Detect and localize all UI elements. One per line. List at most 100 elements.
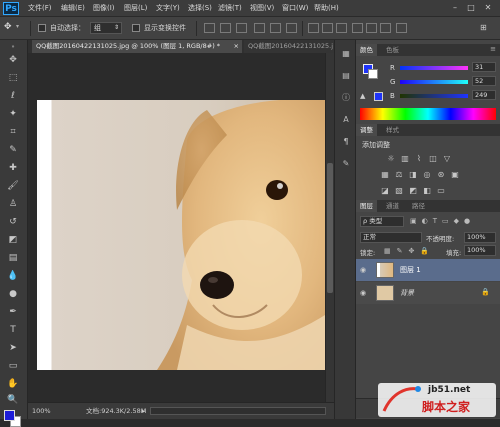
marquee-tool-icon[interactable]: ⬚ xyxy=(6,71,20,85)
eye-icon[interactable]: ◉ xyxy=(360,265,370,275)
tab-styles[interactable]: 样式 xyxy=(382,124,403,136)
photo-filter-icon[interactable]: ◎ xyxy=(422,170,432,180)
layer-name[interactable]: 图层 1 xyxy=(400,266,421,274)
vibrance-icon[interactable]: ▽ xyxy=(442,154,452,164)
threshold-icon[interactable]: ◩ xyxy=(408,186,418,196)
distribute-left-icon[interactable] xyxy=(352,23,363,33)
g-slider[interactable] xyxy=(400,80,468,84)
brightness-icon[interactable]: ☼ xyxy=(386,154,396,164)
black-white-icon[interactable]: ◨ xyxy=(408,170,418,180)
paragraph-icon[interactable]: ¶ xyxy=(340,136,352,148)
gradient-tool-icon[interactable]: ▤ xyxy=(6,251,20,265)
b-value[interactable]: 249 xyxy=(472,90,496,100)
maximize-button[interactable]: □ xyxy=(464,2,478,14)
show-transform-checkbox[interactable] xyxy=(132,24,140,32)
scrollbar-thumb[interactable] xyxy=(327,163,333,293)
move-tool-icon[interactable]: ✥ xyxy=(6,53,20,67)
crop-tool-icon[interactable]: ⌗ xyxy=(6,125,20,139)
layer-row[interactable]: ◉ 背景 🔒 xyxy=(356,282,500,304)
gradient-map-icon[interactable]: ▭ xyxy=(436,186,446,196)
menu-window[interactable]: 窗口(W) xyxy=(282,2,308,15)
tab-color[interactable]: 颜色 xyxy=(356,44,377,56)
align-right-icon[interactable] xyxy=(286,23,297,33)
auto-align-icon[interactable] xyxy=(396,23,407,33)
panel-menu-icon[interactable]: ≡ xyxy=(490,45,496,53)
menu-type[interactable]: 文字(Y) xyxy=(156,2,180,15)
distribute-vcenter-icon[interactable] xyxy=(322,23,333,33)
menu-view[interactable]: 视图(V) xyxy=(250,2,274,15)
status-menu-arrow[interactable]: ▸ xyxy=(142,407,145,415)
pen-tool-icon[interactable]: ✒ xyxy=(6,305,20,319)
align-top-icon[interactable] xyxy=(204,23,215,33)
hand-tool-icon[interactable]: ✋ xyxy=(6,377,20,391)
distribute-right-icon[interactable] xyxy=(380,23,391,33)
history-brush-icon[interactable]: ↺ xyxy=(6,215,20,229)
lock-icons[interactable]: ▦✎✥🔒 xyxy=(384,246,444,256)
tab-channels[interactable]: 通道 xyxy=(382,200,403,212)
layer-filter-icons[interactable]: ▣◐T▭◆● xyxy=(410,216,494,227)
lasso-tool-icon[interactable]: ℓ xyxy=(6,89,20,103)
align-left-icon[interactable] xyxy=(254,23,265,33)
channel-mixer-icon[interactable]: ⊛ xyxy=(436,170,446,180)
invert-icon[interactable]: ◪ xyxy=(380,186,390,196)
color-balance-icon[interactable]: ⚖ xyxy=(394,170,404,180)
document-image[interactable] xyxy=(37,100,325,370)
close-icon[interactable]: × xyxy=(234,40,239,53)
horizontal-scrollbar[interactable] xyxy=(150,407,326,415)
zoom-level[interactable]: 100% xyxy=(32,407,51,415)
character-icon[interactable]: A xyxy=(340,114,352,126)
color-background-swatch[interactable] xyxy=(368,69,378,79)
canvas-vertical-scrollbar[interactable] xyxy=(325,53,334,402)
distribute-top-icon[interactable] xyxy=(308,23,319,33)
align-vcenter-icon[interactable] xyxy=(220,23,231,33)
menu-help[interactable]: 帮助(H) xyxy=(314,2,339,15)
layer-kind-filter[interactable]: ρ 类型 xyxy=(360,216,404,227)
r-slider[interactable] xyxy=(400,66,468,70)
collapse-icon[interactable]: » xyxy=(6,44,20,50)
hue-saturation-icon[interactable]: ▦ xyxy=(380,170,390,180)
tab-swatches[interactable]: 色板 xyxy=(382,44,403,56)
fill-input[interactable]: 100% xyxy=(464,245,496,256)
properties-icon[interactable]: ▤ xyxy=(340,70,352,82)
menu-file[interactable]: 文件(F) xyxy=(28,2,52,15)
dodge-tool-icon[interactable]: ● xyxy=(6,287,20,301)
auto-select-checkbox[interactable] xyxy=(38,24,46,32)
canvas-area[interactable] xyxy=(28,53,325,402)
color-spectrum-bar[interactable] xyxy=(360,108,496,120)
align-hcenter-icon[interactable] xyxy=(270,23,281,33)
distribute-hcenter-icon[interactable] xyxy=(366,23,377,33)
eyedropper-icon[interactable]: ✎ xyxy=(6,143,20,157)
workspace-icon[interactable]: ⊞ xyxy=(480,23,491,33)
magic-wand-icon[interactable]: ✦ xyxy=(6,107,20,121)
color-lookup-icon[interactable]: ▣ xyxy=(450,170,460,180)
opacity-input[interactable]: 100% xyxy=(464,232,496,243)
layer-name[interactable]: 背景 xyxy=(400,289,414,297)
eye-icon[interactable]: ◉ xyxy=(360,288,370,298)
tab-document-active[interactable]: QQ截图20160422131025.jpg @ 100% (图层 1, RGB… xyxy=(32,40,242,53)
g-value[interactable]: 52 xyxy=(472,76,496,86)
shape-tool-icon[interactable]: ▭ xyxy=(6,359,20,373)
menu-image[interactable]: 图像(I) xyxy=(93,2,115,15)
close-window-button[interactable]: ✕ xyxy=(481,2,495,14)
align-bottom-icon[interactable] xyxy=(236,23,247,33)
menu-select[interactable]: 选择(S) xyxy=(188,2,212,15)
blend-mode-select[interactable]: 正常 xyxy=(360,232,422,243)
move-tool-icon[interactable]: ✥ xyxy=(4,22,12,32)
zoom-tool-icon[interactable]: 🔍 xyxy=(6,393,20,407)
tab-layers[interactable]: 图层 xyxy=(356,200,377,212)
layer-row-selected[interactable]: ◉ 图层 1 xyxy=(356,259,500,281)
brush-preset-icon[interactable]: ✎ xyxy=(340,158,352,170)
levels-icon[interactable]: ▥ xyxy=(400,154,410,164)
chevron-down-icon[interactable]: ▾ xyxy=(16,23,19,30)
healing-brush-icon[interactable]: ✚ xyxy=(6,161,20,175)
web-safe-swatch[interactable] xyxy=(374,92,383,101)
path-select-icon[interactable]: ➤ xyxy=(6,341,20,355)
clone-stamp-icon[interactable]: ♙ xyxy=(6,197,20,211)
exposure-icon[interactable]: ◫ xyxy=(428,154,438,164)
b-slider[interactable] xyxy=(400,94,468,98)
selective-color-icon[interactable]: ◧ xyxy=(422,186,432,196)
posterize-icon[interactable]: ▧ xyxy=(394,186,404,196)
menu-layer[interactable]: 图层(L) xyxy=(124,2,147,15)
brush-tool-icon[interactable]: 🖌 xyxy=(6,179,20,193)
curves-icon[interactable]: ⌇ xyxy=(414,154,424,164)
